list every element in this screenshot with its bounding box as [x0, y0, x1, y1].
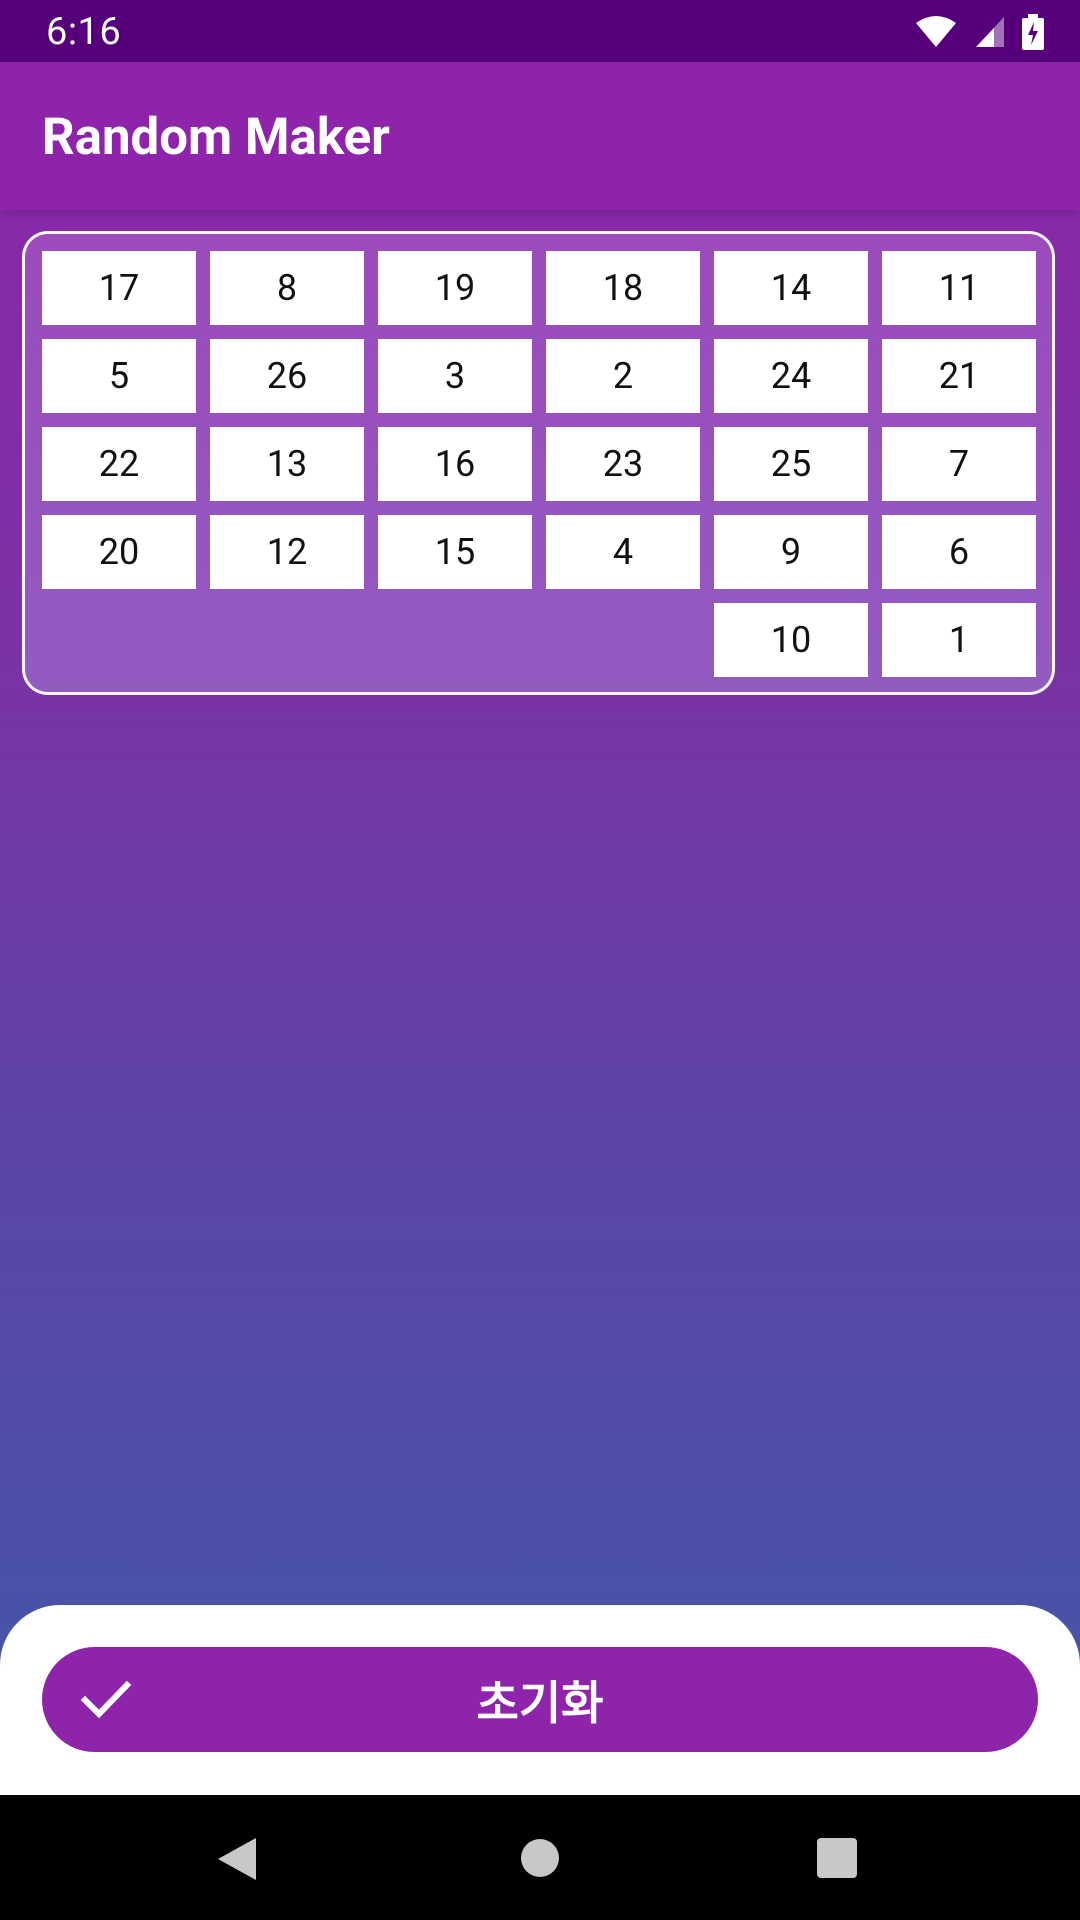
number-cell[interactable]: 10	[714, 603, 868, 677]
number-cell[interactable]: 24	[714, 339, 868, 413]
recents-icon[interactable]	[817, 1838, 857, 1878]
app-bar: Random Maker	[0, 62, 1080, 210]
reset-button[interactable]: 초기화	[42, 1647, 1038, 1752]
number-cell[interactable]: 21	[882, 339, 1036, 413]
status-time: 6:16	[46, 10, 122, 54]
number-cell[interactable]: 13	[210, 427, 364, 501]
number-grid: 17 8 19 18 14 11 5 26 3 2 24 21 22 13 16…	[22, 231, 1055, 695]
wifi-icon	[916, 16, 956, 47]
number-cell[interactable]: 14	[714, 251, 868, 325]
number-cell[interactable]: 25	[714, 427, 868, 501]
number-cell[interactable]: 7	[882, 427, 1036, 501]
number-cell[interactable]: 9	[714, 515, 868, 589]
navigation-bar	[0, 1795, 1080, 1920]
number-cell[interactable]: 18	[546, 251, 700, 325]
battery-charging-icon	[1022, 14, 1044, 50]
number-cell[interactable]: 20	[42, 515, 196, 589]
number-cell[interactable]: 11	[882, 251, 1036, 325]
number-cell[interactable]: 19	[378, 251, 532, 325]
number-cell[interactable]: 16	[378, 427, 532, 501]
number-cell[interactable]: 2	[546, 339, 700, 413]
app-title: Random Maker	[42, 108, 390, 167]
number-cell[interactable]: 12	[210, 515, 364, 589]
status-bar: 6:16	[0, 0, 1080, 62]
status-icons	[914, 12, 1044, 52]
number-cell[interactable]: 26	[210, 339, 364, 413]
number-cell[interactable]: 23	[546, 427, 700, 501]
bottom-sheet: 초기화	[0, 1605, 1080, 1795]
number-cell[interactable]: 1	[882, 603, 1036, 677]
back-icon[interactable]	[216, 1836, 258, 1882]
number-cell[interactable]: 3	[378, 339, 532, 413]
reset-label: 초기화	[476, 1676, 604, 1729]
number-cell[interactable]: 4	[546, 515, 700, 589]
number-cell[interactable]: 15	[378, 515, 532, 589]
signal-icon	[976, 17, 1004, 47]
check-icon	[80, 1680, 132, 1719]
number-cell[interactable]: 5	[42, 339, 196, 413]
home-icon[interactable]	[520, 1838, 560, 1878]
number-cell[interactable]: 6	[882, 515, 1036, 589]
number-cell[interactable]: 8	[210, 251, 364, 325]
number-cell[interactable]: 22	[42, 427, 196, 501]
number-cell[interactable]: 17	[42, 251, 196, 325]
